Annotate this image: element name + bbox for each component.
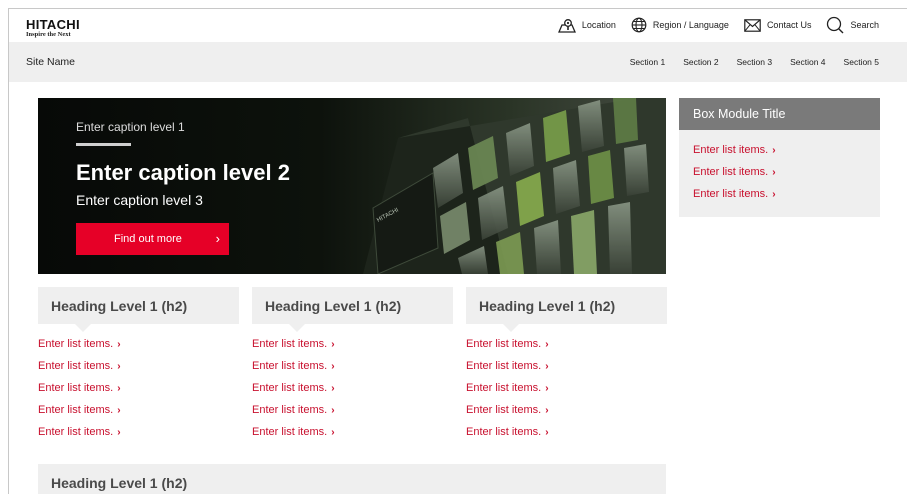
box-module-list: Enter list items. › Enter list items. › En… <box>679 130 880 210</box>
hero-caption-level-1: Enter caption level 1 <box>76 120 185 134</box>
content-column-1: Heading Level 1 (h2) Enter list items. › … <box>38 287 239 448</box>
box-module: Box Module Title Enter list items. › Ente… <box>679 98 880 217</box>
list-item[interactable]: Enter list items. › <box>252 382 453 404</box>
list-item[interactable]: Enter list items. › <box>252 338 453 360</box>
list-item[interactable]: Enter list items. › <box>466 360 667 382</box>
site-name[interactable]: Site Name <box>26 56 75 68</box>
search-link[interactable]: Search <box>826 16 879 34</box>
list-item[interactable]: Enter list items. › <box>252 404 453 426</box>
chevron-right-icon: › <box>331 361 335 372</box>
list-item[interactable]: Enter list items. › <box>38 338 239 360</box>
contact-us-link[interactable]: Contact Us <box>744 18 812 32</box>
utility-bar: HITACHI Inspire the Next Location Region… <box>9 9 907 42</box>
location-link[interactable]: Location <box>557 18 616 33</box>
chevron-right-icon: › <box>772 189 776 200</box>
brand-name: HITACHI <box>26 17 80 32</box>
location-label: Location <box>581 20 616 30</box>
hero-caption-divider <box>76 143 131 146</box>
chevron-right-icon: › <box>331 339 335 350</box>
chevron-right-icon: › <box>117 361 121 372</box>
list-item[interactable]: Enter list items. › <box>466 382 667 404</box>
heading-pointer <box>75 324 91 332</box>
box-list-item[interactable]: Enter list items. › <box>693 166 880 188</box>
box-list-item[interactable]: Enter list items. › <box>693 188 880 210</box>
chevron-right-icon: › <box>331 383 335 394</box>
list-item[interactable]: Enter list items. › <box>466 338 667 360</box>
chevron-right-icon: › <box>545 361 549 372</box>
find-out-more-label: Find out more <box>114 233 182 245</box>
chevron-right-icon: › <box>545 405 549 416</box>
site-navbar: Site Name Section 1 Section 2 Section 3 … <box>9 42 907 82</box>
heading-pointer <box>503 324 519 332</box>
chevron-right-icon: › <box>545 339 549 350</box>
bottom-section-heading: Heading Level 1 (h2) <box>38 464 666 494</box>
region-language-link[interactable]: Region / Language <box>631 17 729 33</box>
hero-caption-level-2: Enter caption level 2 <box>76 160 290 185</box>
list-item[interactable]: Enter list items. › <box>38 382 239 404</box>
list-item[interactable]: Enter list items. › <box>38 426 239 448</box>
content-column-2: Heading Level 1 (h2) Enter list items. › … <box>252 287 453 448</box>
chevron-right-icon: › <box>772 167 776 178</box>
section-link-2[interactable]: Section 2 <box>683 57 718 67</box>
column-list: Enter list items. › Enter list items. › En… <box>38 338 239 448</box>
chevron-right-icon: › <box>117 339 121 350</box>
heading-pointer <box>289 324 305 332</box>
chevron-right-icon: › <box>545 427 549 438</box>
column-list: Enter list items. › Enter list items. › En… <box>466 338 667 448</box>
box-list-item[interactable]: Enter list items. › <box>693 144 880 166</box>
section-link-5[interactable]: Section 5 <box>844 57 879 67</box>
search-label: Search <box>850 20 879 30</box>
column-list: Enter list items. › Enter list items. › En… <box>252 338 453 448</box>
envelope-icon <box>744 18 761 32</box>
chevron-right-icon: › <box>117 405 121 416</box>
list-item[interactable]: Enter list items. › <box>466 404 667 426</box>
list-item[interactable]: Enter list items. › <box>252 360 453 382</box>
chevron-right-icon: › <box>117 427 121 438</box>
location-pin-icon <box>557 18 576 33</box>
page-frame: HITACHI Inspire the Next Location Region… <box>8 8 907 494</box>
hitachi-logo[interactable]: HITACHI Inspire the Next <box>26 18 80 39</box>
region-language-label: Region / Language <box>652 20 729 30</box>
list-item[interactable]: Enter list items. › <box>252 426 453 448</box>
column-heading: Heading Level 1 (h2) <box>466 287 667 324</box>
hero-banner: HITACHI Enter caption level 1 Enter capt… <box>38 98 666 274</box>
section-nav: Section 1 Section 2 Section 3 Section 4 … <box>612 57 879 67</box>
section-link-3[interactable]: Section 3 <box>737 57 772 67</box>
utility-nav: Location Region / Language Contact Us Se… <box>543 16 879 34</box>
chevron-right-icon: › <box>215 231 220 246</box>
find-out-more-button[interactable]: Find out more › <box>76 223 229 255</box>
contact-us-label: Contact Us <box>766 20 812 30</box>
section-link-1[interactable]: Section 1 <box>630 57 665 67</box>
column-heading: Heading Level 1 (h2) <box>252 287 453 324</box>
content-column-3: Heading Level 1 (h2) Enter list items. › … <box>466 287 667 448</box>
list-item[interactable]: Enter list items. › <box>38 404 239 426</box>
globe-icon <box>631 17 647 33</box>
chevron-right-icon: › <box>331 427 335 438</box>
column-heading: Heading Level 1 (h2) <box>38 287 239 324</box>
section-link-4[interactable]: Section 4 <box>790 57 825 67</box>
list-item[interactable]: Enter list items. › <box>466 426 667 448</box>
brand-tagline: Inspire the Next <box>26 31 71 38</box>
list-item[interactable]: Enter list items. › <box>38 360 239 382</box>
chevron-right-icon: › <box>117 383 121 394</box>
chevron-right-icon: › <box>545 383 549 394</box>
search-icon <box>827 16 844 34</box>
hero-caption-level-3: Enter caption level 3 <box>76 192 203 208</box>
box-module-title: Box Module Title <box>679 98 880 130</box>
chevron-right-icon: › <box>772 145 776 156</box>
chevron-right-icon: › <box>331 405 335 416</box>
